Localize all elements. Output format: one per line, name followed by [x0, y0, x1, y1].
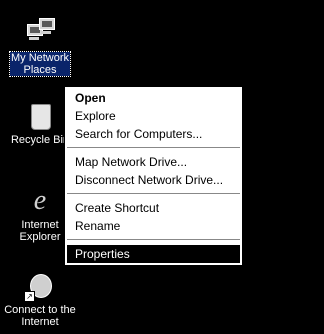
- menu-item-create-shortcut[interactable]: Create Shortcut: [65, 199, 242, 217]
- recycle-bin-icon: [24, 100, 56, 132]
- desktop-icon-label: Connect to the Internet: [4, 304, 76, 328]
- menu-item-disconnect-network-drive[interactable]: Disconnect Network Drive...: [65, 171, 242, 189]
- menu-item-rename[interactable]: Rename: [65, 217, 242, 235]
- menu-item-search-for-computers[interactable]: Search for Computers...: [65, 125, 242, 143]
- desktop-icon-label: Internet Explorer: [19, 219, 61, 243]
- desktop-icon-my-network-places[interactable]: My Network Places: [0, 18, 80, 77]
- menu-item-open[interactable]: Open: [65, 89, 242, 107]
- menu-separator: [67, 147, 240, 149]
- connect-internet-icon: ↗: [24, 270, 56, 302]
- shortcut-arrow-icon: ↗: [24, 291, 35, 302]
- menu-separator: [67, 193, 240, 195]
- context-menu: Open Explore Search for Computers... Map…: [64, 86, 243, 266]
- menu-separator: [67, 239, 240, 241]
- menu-item-explore[interactable]: Explore: [65, 107, 242, 125]
- desktop-icon-connect-to-the-internet[interactable]: ↗ Connect to the Internet: [0, 270, 80, 328]
- desktop-icon-label: My Network Places: [8, 51, 72, 77]
- network-places-icon: [24, 18, 56, 50]
- menu-item-properties[interactable]: Properties: [67, 245, 240, 263]
- desktop-icon-label: Recycle Bin: [10, 134, 70, 146]
- menu-item-map-network-drive[interactable]: Map Network Drive...: [65, 153, 242, 171]
- internet-explorer-icon: e: [33, 185, 47, 216]
